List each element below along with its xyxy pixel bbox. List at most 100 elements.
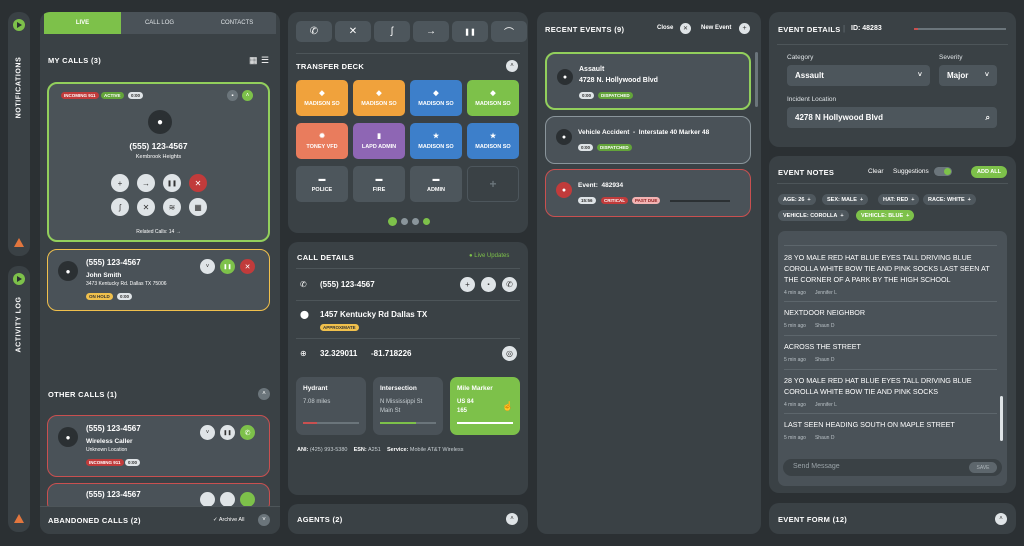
mute-icon[interactable]: ✕ — [335, 21, 371, 42]
message-input[interactable]: Send Message SAVE — [783, 459, 1002, 476]
severity-select[interactable]: Major ˅ — [939, 65, 997, 86]
card-value: N Mississippi St — [380, 399, 423, 405]
activity-log-rail[interactable]: ACTIVITY LOG — [8, 266, 30, 532]
suggestion-tag[interactable]: SEX: MALE + — [822, 194, 869, 205]
mute-icon[interactable]: ✕ — [137, 198, 155, 216]
hydrant-card[interactable]: Hydrant 7.08 miles — [296, 377, 366, 435]
tab-live[interactable]: LIVE — [44, 12, 121, 34]
expand-icon[interactable]: ˄ — [506, 513, 518, 525]
category-select[interactable]: Assault ˅ — [787, 65, 930, 86]
clear-button[interactable]: Clear — [868, 168, 884, 175]
transfer-tile[interactable]: ▬ ADMIN — [410, 166, 462, 202]
page-dot[interactable] — [401, 218, 408, 225]
page-dot-active[interactable] — [388, 217, 397, 226]
locate-icon[interactable]: ◎ — [502, 346, 517, 361]
add-icon[interactable]: + — [739, 23, 750, 34]
hold-icon[interactable]: ❚❚ — [452, 21, 488, 42]
notifications-rail[interactable]: NOTIFICATIONS — [8, 12, 30, 256]
save-button[interactable]: SAVE — [969, 462, 997, 473]
close-button[interactable]: Close — [657, 25, 673, 31]
page-dot[interactable] — [412, 218, 419, 225]
transfer-tile[interactable]: ▬ FIRE — [353, 166, 405, 202]
scrollbar[interactable] — [1000, 396, 1003, 441]
transfer-tile[interactable]: ◆ MADISON SO — [467, 80, 519, 116]
agents-bar[interactable]: AGENTS (2) ˄ — [288, 504, 528, 534]
hangup-icon[interactable]: ✕ — [189, 174, 207, 192]
chat-icon[interactable]: ▪ — [481, 277, 496, 292]
active-call-card[interactable]: INCOMING 911 ACTIVE 0:00 ▪ ˄ ● (555) 123… — [47, 82, 270, 242]
transfer-icon[interactable]: → — [137, 174, 155, 192]
transfer-tile[interactable]: ★ MADISON SO — [467, 123, 519, 159]
new-event-button[interactable]: New Event — [701, 25, 731, 31]
event-details-panel: EVENT DETAILS | ID: 48283 Category Assau… — [769, 12, 1016, 147]
hold-icon[interactable] — [220, 492, 235, 507]
transfer-tile[interactable]: + — [467, 166, 519, 202]
transfer-tile[interactable]: ◆ MADISON SO — [410, 80, 462, 116]
incident-location-input[interactable]: 4278 N Hollywood Blvd ⌕ — [787, 107, 997, 128]
tab-call-log[interactable]: CALL LOG — [121, 12, 198, 34]
note-item: NEXTDOOR NEIGHBOR 5 min ago Shaun D — [784, 308, 866, 329]
suggestion-tag[interactable]: VEHICLE: COROLLA + — [778, 210, 849, 221]
mile-marker-card[interactable]: Mile Marker US 84 165 ☝ — [450, 377, 520, 435]
transfer-tile[interactable]: ✹ TONEY VFD — [296, 123, 348, 159]
suggestion-tag[interactable]: RACE: WHITE + — [923, 194, 976, 205]
phone-icon[interactable]: ✆ — [296, 21, 332, 42]
collapse-icon[interactable]: ˄ — [506, 60, 518, 72]
hearing-icon[interactable]: ʃ — [111, 198, 129, 216]
transfer-tile[interactable]: ★ MADISON SO — [410, 123, 462, 159]
suggestions-toggle[interactable] — [934, 167, 952, 176]
tab-contacts[interactable]: CONTACTS — [198, 12, 276, 34]
message-placeholder: Send Message — [793, 463, 840, 470]
chevron-down-icon[interactable]: ˅ — [200, 425, 215, 440]
expand-icon[interactable]: ˄ — [995, 513, 1007, 525]
agents-heading: AGENTS (2) — [297, 515, 343, 524]
list-view-icon[interactable]: ☰ — [261, 55, 269, 66]
answer-icon[interactable] — [240, 492, 255, 507]
add-all-button[interactable]: ADD ALL — [971, 166, 1007, 178]
grid-view-icon[interactable]: ▦ — [249, 55, 258, 66]
play-icon[interactable] — [13, 19, 25, 31]
event-address: 4728 N. Hollywood Blvd — [579, 77, 658, 84]
expand-icon[interactable]: ˅ — [258, 514, 270, 526]
transfer-tile[interactable]: ◆ MADISON SO — [296, 80, 348, 116]
play-icon[interactable] — [13, 273, 25, 285]
scrollbar[interactable] — [755, 52, 758, 107]
collapse-icon[interactable]: ˄ — [242, 90, 253, 101]
event-form-bar[interactable]: EVENT FORM (12) ˄ — [769, 503, 1016, 534]
transfer-tile[interactable]: ▮ LAPD ADMIN — [353, 123, 405, 159]
add-icon[interactable]: + — [460, 277, 475, 292]
event-item-assault[interactable]: ● Assault 4728 N. Hollywood Blvd 0:00 DI… — [545, 52, 751, 110]
callback-icon[interactable]: ✆ — [502, 277, 517, 292]
on-hold-call-card[interactable]: ● (555) 123-4567 John Smith 3473 Kentuck… — [47, 249, 270, 311]
suggestion-tag[interactable]: HAT: RED + — [878, 194, 920, 205]
intersection-card[interactable]: Intersection N Mississippi St Main St — [373, 377, 443, 435]
event-item-vehicle-accident[interactable]: ● Vehicle Accident - Interstate 40 Marke… — [545, 116, 751, 164]
abandoned-calls-bar[interactable]: ABANDONED CALLS (2) ✓ Archive All ˅ — [40, 506, 280, 534]
event-id: ID: 48283 — [851, 25, 882, 32]
collapse-icon[interactable]: ˄ — [258, 388, 270, 400]
answer-icon[interactable]: ✆ — [240, 425, 255, 440]
hold-icon[interactable]: ❚❚ — [220, 425, 235, 440]
chevron-down-icon[interactable] — [200, 492, 215, 507]
transfer-tile[interactable]: ▬ POLICE — [296, 166, 348, 202]
transfer-tile[interactable]: ◆ MADISON SO — [353, 80, 405, 116]
note-icon[interactable]: ▪ — [227, 90, 238, 101]
hangup-icon[interactable]: ✕ — [240, 259, 255, 274]
related-calls-link[interactable]: Related Calls: 14 → — [49, 229, 268, 235]
page-dot[interactable] — [423, 218, 430, 225]
suggestion-tag[interactable]: AGE: 26 + — [778, 194, 816, 205]
keypad-icon[interactable]: ▦ — [189, 198, 207, 216]
close-icon[interactable]: ✕ — [680, 23, 691, 34]
archive-all-button[interactable]: ✓ Archive All — [213, 517, 245, 523]
hold-icon[interactable]: ❚❚ — [163, 174, 181, 192]
incoming-call-card[interactable]: ● (555) 123-4567 Wireless Caller Unknown… — [47, 415, 270, 477]
waveform-icon[interactable]: ≋ — [163, 198, 181, 216]
hangup-icon[interactable]: ⌒ — [491, 21, 527, 42]
transfer-icon[interactable]: → — [413, 21, 449, 42]
hold-icon[interactable]: ❚❚ — [220, 259, 235, 274]
chevron-down-icon[interactable]: ˅ — [200, 259, 215, 274]
hearing-icon[interactable]: ʃ — [374, 21, 410, 42]
add-icon[interactable]: + — [111, 174, 129, 192]
event-item-482934[interactable]: ● Event: 482934 15:56 CRITICAL PAST DUE — [545, 169, 751, 217]
suggestion-tag[interactable]: VEHICLE: BLUE + — [856, 210, 915, 221]
